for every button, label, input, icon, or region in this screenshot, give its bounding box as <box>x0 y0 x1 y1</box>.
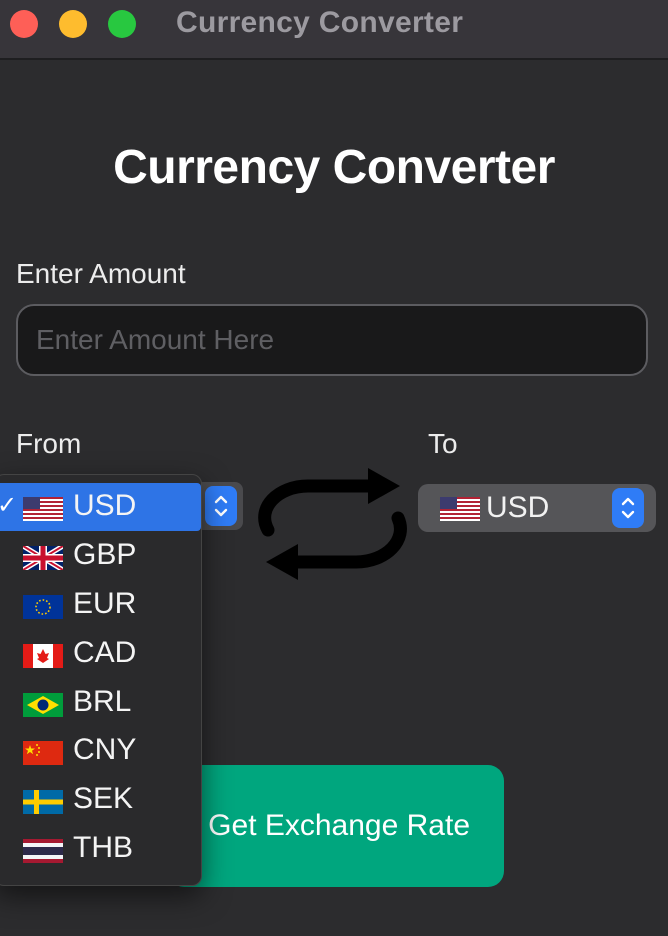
menu-item-label: SEK <box>73 782 134 815</box>
window-title: Currency Converter <box>176 6 464 39</box>
amount-input[interactable] <box>16 304 648 376</box>
canada-flag-icon <box>23 644 63 668</box>
menu-item-label: CAD <box>73 636 137 669</box>
amount-label: Enter Amount <box>16 258 186 289</box>
china-flag-icon <box>23 741 63 765</box>
eu-flag-icon <box>23 595 63 619</box>
us-flag-icon <box>440 497 480 521</box>
menu-item-label: BRL <box>73 685 132 718</box>
to-label: To <box>428 428 458 459</box>
menu-item-label: EUR <box>73 587 137 620</box>
uk-flag-icon <box>23 546 63 570</box>
menu-item-label: GBP <box>73 538 137 571</box>
menu-item-label: USD <box>73 489 137 522</box>
menu-item-thb[interactable]: THB <box>0 825 201 873</box>
swap-arrows-icon[interactable] <box>252 466 412 582</box>
chevron-updown-icon <box>612 488 644 528</box>
menu-item-label: THB <box>73 831 133 864</box>
brazil-flag-icon <box>23 693 63 717</box>
sweden-flag-icon <box>23 790 63 814</box>
window-titlebar: Currency Converter <box>0 0 668 60</box>
thailand-flag-icon <box>23 839 63 863</box>
to-currency-popup[interactable]: USD <box>418 484 656 532</box>
from-currency-menu: ✓ USD GBP EUR CAD BRL CNY SEK THB <box>0 474 202 886</box>
from-currency-popup[interactable] <box>195 482 243 530</box>
menu-item-usd[interactable]: ✓ USD <box>0 483 201 531</box>
menu-item-eur[interactable]: EUR <box>0 581 201 629</box>
menu-item-cny[interactable]: CNY <box>0 727 201 775</box>
close-window-button[interactable] <box>10 10 38 38</box>
get-exchange-rate-button[interactable]: Get Exchange Rate <box>168 765 504 887</box>
app-title: Currency Converter <box>113 141 555 194</box>
zoom-window-button[interactable] <box>108 10 136 38</box>
menu-item-brl[interactable]: BRL <box>0 679 201 727</box>
menu-item-label: CNY <box>73 733 137 766</box>
from-label: From <box>16 428 82 459</box>
menu-item-cad[interactable]: CAD <box>0 630 201 678</box>
menu-item-sek[interactable]: SEK <box>0 776 201 824</box>
minimize-window-button[interactable] <box>59 10 87 38</box>
chevron-updown-icon <box>205 486 237 526</box>
to-currency-code: USD <box>486 491 550 524</box>
us-flag-icon <box>23 497 63 521</box>
checkmark-icon: ✓ <box>0 492 18 519</box>
menu-item-gbp[interactable]: GBP <box>0 532 201 580</box>
